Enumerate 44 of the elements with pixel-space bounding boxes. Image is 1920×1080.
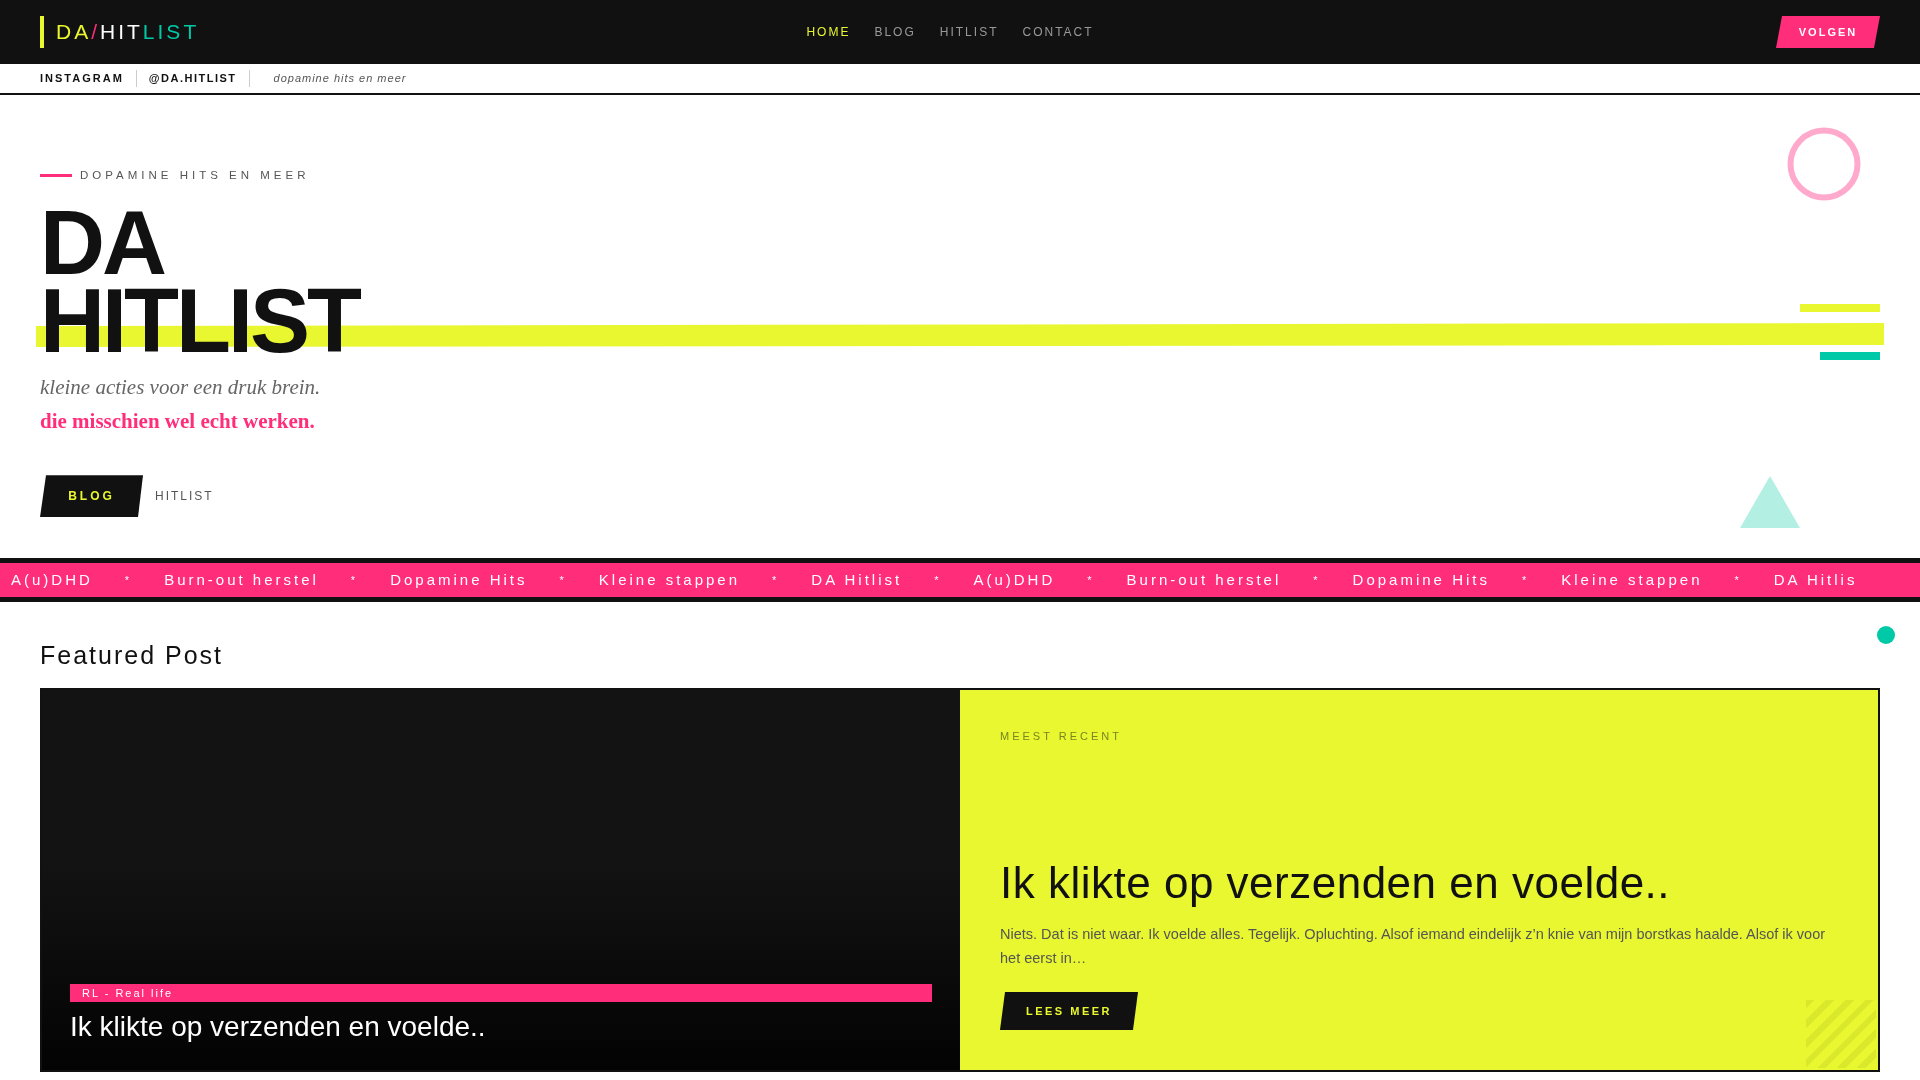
post-title: Ik klikte op verzenden en voelde.. bbox=[1000, 857, 1672, 910]
social-handle-link[interactable]: @DA.HITLIST bbox=[136, 70, 250, 87]
accent-line bbox=[40, 174, 72, 178]
nav-link[interactable]: CONTACT bbox=[1022, 23, 1094, 41]
ticker-item: Burn-out herstel bbox=[164, 569, 319, 590]
ticker-item: DA Hitlist bbox=[811, 569, 903, 590]
ticker-separator: * bbox=[1734, 572, 1742, 588]
ticker-item: A(u)DHD bbox=[11, 569, 93, 590]
ticker-item: A(u)DHD bbox=[973, 569, 1056, 590]
recent-label: MEEST RECENT bbox=[1000, 729, 1123, 744]
logo[interactable]: DA/HITLIST bbox=[40, 16, 200, 48]
follow-button[interactable]: VOLGEN bbox=[1776, 16, 1880, 48]
social-label: INSTAGRAM bbox=[40, 70, 137, 87]
ticker-separator: * bbox=[350, 572, 359, 588]
ticker-separator: * bbox=[1087, 572, 1095, 588]
post-excerpt: Niets. Dat is niet waar. Ik voelde alles. Tegelijk. Opluchting. Alsof iemand eindelijk z’n knie van mijn borstkas haalde. Alsof ik voor het eerst in… bbox=[1000, 925, 1827, 968]
ticker-separator: * bbox=[1313, 572, 1321, 588]
hero-subtitle: kleine acties voor een druk brein. bbox=[40, 374, 322, 402]
ticker-separator: * bbox=[772, 572, 780, 588]
ticker-item: Burn-out herstel bbox=[1126, 569, 1282, 590]
ticker-item: Kleine stappen bbox=[598, 569, 741, 590]
hero-accent-text: die misschien wel echt werken. bbox=[40, 407, 316, 435]
image-post-title: Ik klikte op verzenden en voelde.. bbox=[70, 1010, 487, 1044]
triangle-decoration bbox=[1740, 476, 1800, 528]
blog-button[interactable]: BLOG bbox=[40, 475, 143, 518]
eyebrow-text: DOPAMINE HITS EN MEER bbox=[80, 168, 310, 183]
ticker-item: Dopamine Hits bbox=[1352, 569, 1490, 590]
tagline: dopamine hits en meer bbox=[272, 71, 407, 87]
ticker-separator: * bbox=[1521, 572, 1530, 588]
ticker-item: Kleine stappen bbox=[1561, 569, 1703, 590]
nav-link[interactable]: HITLIST bbox=[939, 23, 999, 41]
category-tag: RL - Real life bbox=[70, 984, 932, 1003]
dot-decoration bbox=[1877, 626, 1895, 644]
nav-link[interactable]: BLOG bbox=[874, 23, 916, 41]
ticker-item: DA Hitlis bbox=[1773, 569, 1858, 590]
bar-decoration bbox=[1820, 352, 1880, 360]
hitlist-link[interactable]: HITLIST bbox=[155, 487, 214, 506]
read-more-button[interactable]: LEES MEER bbox=[1000, 992, 1138, 1030]
nav-link[interactable]: HOME bbox=[806, 23, 851, 41]
ticker-item: Dopamine Hits bbox=[390, 569, 528, 590]
ticker-separator: * bbox=[934, 572, 942, 588]
ticker-separator: * bbox=[559, 572, 567, 588]
section-heading: Featured Post bbox=[40, 640, 225, 670]
ticker-separator: * bbox=[124, 572, 133, 588]
